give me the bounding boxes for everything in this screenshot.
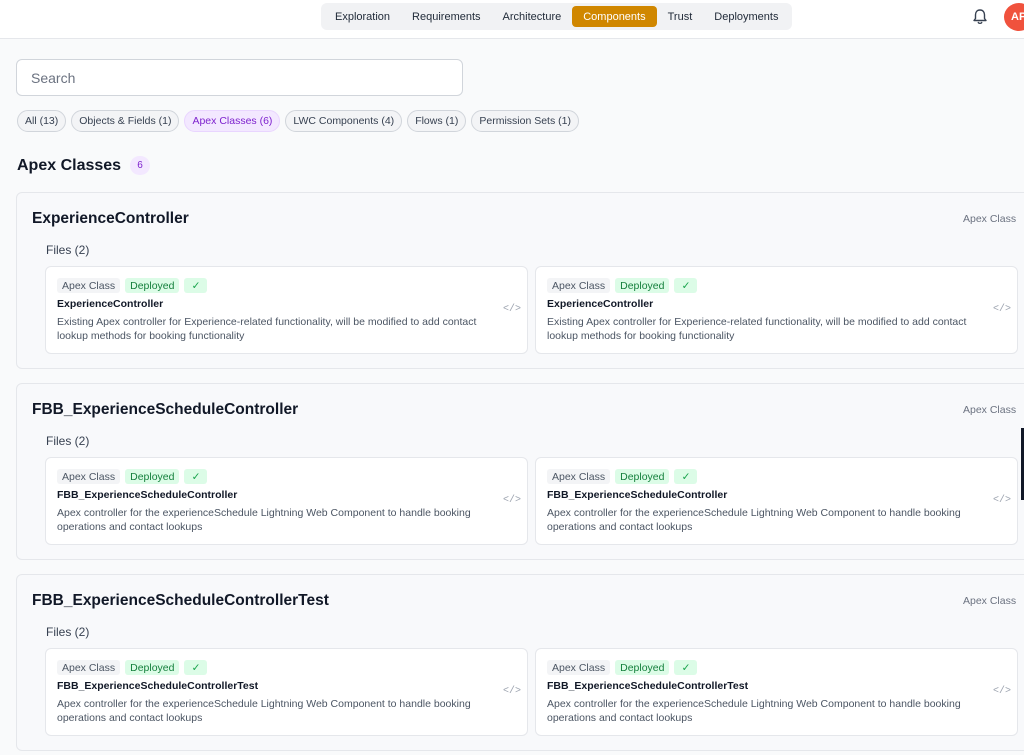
filter-objects-fields[interactable]: Objects & Fields (1) xyxy=(71,110,180,132)
group-type-label: Apex Class xyxy=(963,213,1017,225)
check-circle-icon: ✓ xyxy=(184,278,208,293)
files-label: Files (2) xyxy=(46,243,90,257)
check-circle-icon: ✓ xyxy=(674,278,698,293)
status-badge: Deployed xyxy=(615,660,670,675)
avatar[interactable]: AP xyxy=(1004,3,1024,31)
file-card[interactable]: Apex Class Deployed ✓ FBB_ExperienceSche… xyxy=(535,648,1018,736)
tab-requirements[interactable]: Requirements xyxy=(401,6,491,27)
group-title: FBB_ExperienceScheduleControllerTest xyxy=(32,592,329,609)
file-description: Apex controller for the experienceSchedu… xyxy=(547,698,961,724)
file-name: FBB_ExperienceScheduleController xyxy=(547,489,728,501)
main-nav: Exploration Requirements Architecture Co… xyxy=(321,3,793,30)
component-group: ExperienceController Apex Class Files (2… xyxy=(16,192,1024,369)
type-tag: Apex Class xyxy=(57,469,121,484)
filter-chips: All (13) Objects & Fields (1) Apex Class… xyxy=(17,110,579,132)
filter-permission-sets[interactable]: Permission Sets (1) xyxy=(471,110,579,132)
section-count-badge: 6 xyxy=(130,156,150,175)
tab-deployments[interactable]: Deployments xyxy=(703,6,789,27)
file-card[interactable]: Apex Class Deployed ✓ FBB_ExperienceSche… xyxy=(535,457,1018,545)
status-badge: Deployed xyxy=(615,469,670,484)
group-type-label: Apex Class xyxy=(963,404,1017,416)
type-tag: Apex Class xyxy=(547,469,611,484)
filter-lwc-components[interactable]: LWC Components (4) xyxy=(285,110,403,132)
code-icon[interactable]: </> xyxy=(993,686,1011,697)
file-card[interactable]: Apex Class Deployed ✓ ExperienceControll… xyxy=(45,266,528,354)
file-card[interactable]: Apex Class Deployed ✓ FBB_ExperienceSche… xyxy=(45,457,528,545)
tab-components[interactable]: Components xyxy=(572,6,657,27)
status-badge: Deployed xyxy=(125,660,180,675)
check-circle-icon: ✓ xyxy=(674,660,698,675)
component-group: FBB_ExperienceScheduleControllerTest Ape… xyxy=(16,574,1024,751)
file-name: FBB_ExperienceScheduleControllerTest xyxy=(547,680,749,692)
type-tag: Apex Class xyxy=(57,278,121,293)
type-tag: Apex Class xyxy=(57,660,121,675)
file-description: Apex controller for the experienceSchedu… xyxy=(57,698,471,724)
tab-exploration[interactable]: Exploration xyxy=(324,6,401,27)
top-bar: Exploration Requirements Architecture Co… xyxy=(0,0,1024,39)
section-title: Apex Classes xyxy=(17,157,122,174)
type-tag: Apex Class xyxy=(547,660,611,675)
group-title: FBB_ExperienceScheduleController xyxy=(32,401,299,418)
files-label: Files (2) xyxy=(46,434,90,448)
files-label: Files (2) xyxy=(46,625,90,639)
check-circle-icon: ✓ xyxy=(674,469,698,484)
check-circle-icon: ✓ xyxy=(184,469,208,484)
code-icon[interactable]: </> xyxy=(993,304,1011,315)
file-description: Existing Apex controller for Experience-… xyxy=(547,316,967,342)
status-badge: Deployed xyxy=(125,278,180,293)
bell-icon[interactable] xyxy=(970,7,990,27)
filter-all[interactable]: All (13) xyxy=(17,110,67,132)
file-name: ExperienceController xyxy=(547,298,654,310)
code-icon[interactable]: </> xyxy=(503,304,521,315)
tab-architecture[interactable]: Architecture xyxy=(492,6,573,27)
file-description: Apex controller for the experienceSchedu… xyxy=(547,507,961,533)
file-description: Apex controller for the experienceSchedu… xyxy=(57,507,471,533)
code-icon[interactable]: </> xyxy=(503,495,521,506)
type-tag: Apex Class xyxy=(547,278,611,293)
file-card[interactable]: Apex Class Deployed ✓ FBB_ExperienceSche… xyxy=(45,648,528,736)
file-name: ExperienceController xyxy=(57,298,164,310)
tab-trust[interactable]: Trust xyxy=(657,6,704,27)
file-description: Existing Apex controller for Experience-… xyxy=(57,316,477,342)
search-input[interactable] xyxy=(16,59,463,96)
component-group: FBB_ExperienceScheduleController Apex Cl… xyxy=(16,383,1024,560)
code-icon[interactable]: </> xyxy=(993,495,1011,506)
filter-apex-classes[interactable]: Apex Classes (6) xyxy=(184,110,281,132)
file-name: FBB_ExperienceScheduleControllerTest xyxy=(57,680,259,692)
filter-flows[interactable]: Flows (1) xyxy=(407,110,467,132)
check-circle-icon: ✓ xyxy=(184,660,208,675)
status-badge: Deployed xyxy=(125,469,180,484)
group-title: ExperienceController xyxy=(32,210,189,227)
status-badge: Deployed xyxy=(615,278,670,293)
file-card[interactable]: Apex Class Deployed ✓ ExperienceControll… xyxy=(535,266,1018,354)
file-name: FBB_ExperienceScheduleController xyxy=(57,489,238,501)
code-icon[interactable]: </> xyxy=(503,686,521,697)
group-type-label: Apex Class xyxy=(963,595,1017,607)
